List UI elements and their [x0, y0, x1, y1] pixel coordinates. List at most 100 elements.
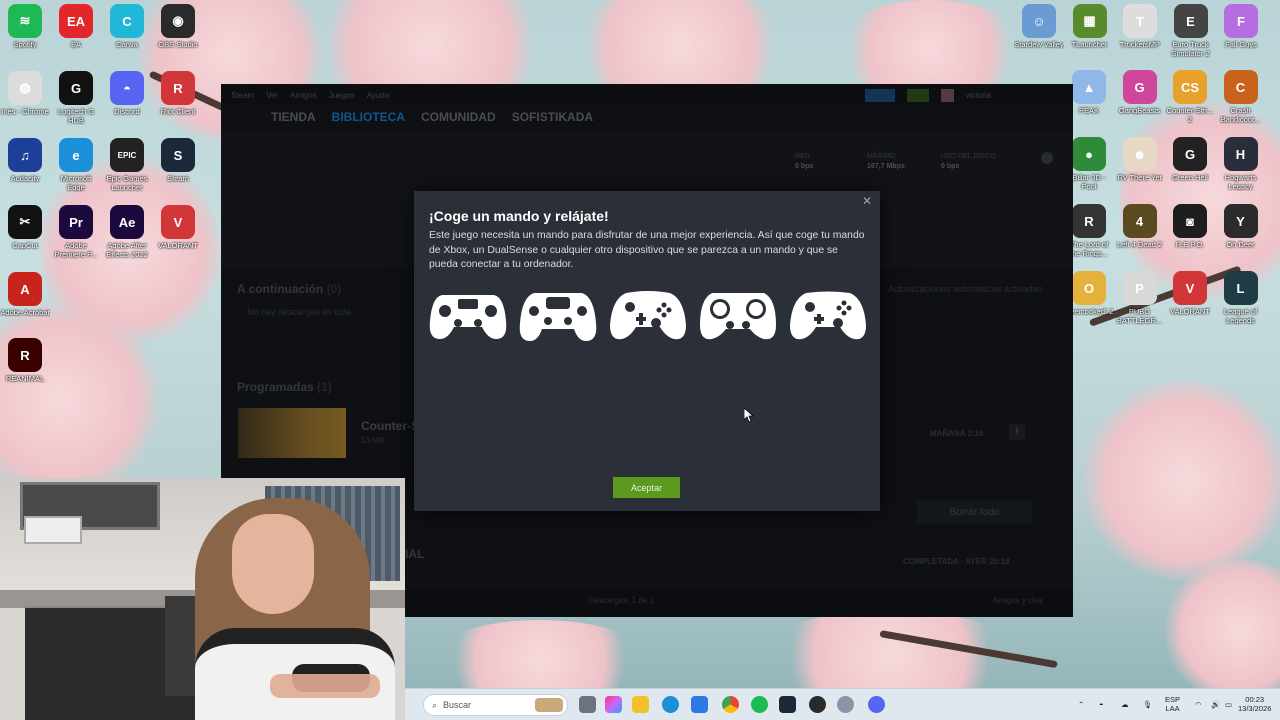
discord-icon[interactable]: [868, 696, 885, 713]
person-hands: [270, 674, 380, 698]
person-face: [232, 514, 314, 614]
app-icon: CS: [1173, 70, 1207, 104]
desktop-icon-label: Green Hell: [1172, 173, 1208, 182]
desktop-icon[interactable]: C Canva: [102, 4, 152, 49]
dualsense-controller-icon: [519, 293, 597, 341]
desktop-icon[interactable]: R REANIMAL: [0, 338, 50, 383]
desktop-icon[interactable]: H Hogwarts Legacy: [1216, 137, 1266, 191]
desktop-icon[interactable]: G Green Hell: [1165, 137, 1215, 182]
desktop-icon-label: Adobe Acrobat: [0, 308, 50, 317]
app-icon: e: [59, 138, 93, 172]
microwave: [24, 516, 82, 544]
app-icon: Ae: [110, 205, 144, 239]
desktop-icon[interactable]: ≋ Spotify: [0, 4, 50, 49]
desktop-icon[interactable]: ◍ Inés - Chrome: [0, 71, 50, 116]
desktop-icon-label: Epic Games Launcher: [106, 174, 148, 192]
discord-tray-icon[interactable]: ◓: [1099, 700, 1104, 709]
app-icon: G: [59, 71, 93, 105]
desktop-icon[interactable]: EPIC Epic Games Launcher: [102, 138, 152, 192]
desktop-icon[interactable]: ◓ Discord: [102, 71, 152, 116]
store-icon[interactable]: [691, 696, 708, 713]
app-icon: S: [161, 138, 195, 172]
desktop-icon-label: Hogwarts Legacy: [1224, 173, 1257, 191]
app-icon: V: [1173, 271, 1207, 305]
desktop-icon[interactable]: Pr Adobe Premiere P...: [51, 205, 101, 259]
close-icon[interactable]: ✕: [860, 194, 874, 208]
app-icon: ☻: [1122, 137, 1157, 171]
edge-icon[interactable]: [662, 696, 679, 713]
settings-icon[interactable]: [837, 696, 854, 713]
app-icon: EA: [59, 4, 93, 38]
desktop-icon-label: Spotify: [13, 40, 37, 49]
steam-controller-icon: [700, 293, 776, 340]
desktop-icon[interactable]: T TruckersMP: [1115, 4, 1165, 49]
desktop-icon[interactable]: e Microsoft Edge: [51, 138, 101, 192]
spotify-icon[interactable]: [751, 696, 768, 713]
desktop-icon[interactable]: R Riot Client: [153, 71, 203, 116]
app-icon: G: [1173, 137, 1207, 171]
app-icon: R: [1072, 204, 1106, 238]
taskbar-search[interactable]: ⌕ Buscar: [423, 694, 568, 716]
desktop-icon[interactable]: ▦ TLauncher: [1065, 4, 1115, 49]
copilot-icon[interactable]: [605, 696, 622, 713]
language-indicator[interactable]: ESP LAA: [1165, 695, 1180, 713]
accept-button[interactable]: Aceptar: [613, 477, 680, 498]
file-explorer-icon[interactable]: [632, 696, 649, 713]
app-icon: ♫: [8, 138, 42, 172]
desktop-icon[interactable]: G GangBeasts: [1115, 70, 1165, 115]
desktop-icon[interactable]: S Steam: [153, 138, 203, 183]
desktop-icon-label: Left 4 Dead 2: [1116, 240, 1163, 249]
app-icon: ◙: [1173, 204, 1207, 238]
desktop-icon[interactable]: ☺ Stardew Valley: [1014, 4, 1064, 49]
desktop-icon-label: REANIMAL: [5, 374, 45, 383]
webcam-overlay: [0, 478, 405, 720]
app-icon: T: [1123, 4, 1157, 38]
desktop-icon[interactable]: 4 Left 4 Dead 2: [1115, 204, 1165, 249]
desktop-icon[interactable]: E Euro Truck Simulator 2: [1166, 4, 1216, 58]
desktop-icon[interactable]: F Fall Guys: [1216, 4, 1266, 49]
desktop-icon[interactable]: ✂ CapCut: [0, 205, 50, 250]
desktop-icon-label: Steam: [167, 174, 189, 183]
desktop-icon-label: Stardew Valley: [1014, 40, 1064, 49]
desktop-icon-label: CapCut: [12, 241, 38, 250]
desktop-icon[interactable]: ☻ RV There Yet: [1115, 137, 1165, 182]
app-icon: Y: [1223, 204, 1258, 238]
controller-dialog: ✕ ¡Coge un mando y relájate! Este juego …: [414, 191, 880, 511]
desktop-icon[interactable]: ◙ R.E.P.O.: [1165, 204, 1215, 249]
dialog-body: Este juego necesita un mando para disfru…: [429, 230, 865, 271]
app-icon: R: [8, 338, 42, 372]
clock[interactable]: 00:23 13/3/2026: [1238, 695, 1271, 713]
desktop-icon[interactable]: V VALORANT: [1165, 271, 1215, 316]
show-hidden-icons[interactable]: ⌃: [1078, 700, 1084, 709]
xbox-controller-icon: [610, 291, 686, 340]
desktop-icon[interactable]: V VALORANT: [153, 205, 203, 250]
desktop-icon[interactable]: L League of Legends: [1216, 271, 1266, 325]
desktop-icon-label: RV There Yet: [1117, 173, 1162, 182]
desktop-icon[interactable]: Ae Adobe After Effects 2022: [102, 205, 152, 259]
desktop-icon[interactable]: ♫ Audacity: [0, 138, 50, 183]
mouse-cursor: [744, 408, 754, 422]
controller-icons: [428, 285, 868, 343]
desktop-icon[interactable]: EA EA: [51, 4, 101, 49]
desktop-icon[interactable]: ◉ OBS Studio: [153, 4, 203, 49]
desktop-icon[interactable]: A Adobe Acrobat: [0, 272, 50, 317]
volume-icon[interactable]: 🔊: [1211, 700, 1220, 709]
app-icon: V: [161, 205, 195, 239]
desktop-icon[interactable]: G Logitech G HUB: [51, 71, 101, 125]
chrome-icon[interactable]: [722, 696, 739, 713]
desktop-icon-label: Riot Client: [160, 107, 196, 116]
desktop-icon[interactable]: C Crash Bandicoot...: [1216, 70, 1266, 124]
microphone-icon[interactable]: 🎙: [1143, 700, 1153, 709]
desktop-icon[interactable]: P PUBG BATTLEGR...: [1115, 271, 1165, 325]
desktop-icon[interactable]: CS Counter-Stri... 2: [1165, 70, 1215, 124]
task-view-icon[interactable]: [579, 696, 596, 713]
desktop-icon-label: Microsoft Edge: [60, 174, 92, 192]
battery-icon[interactable]: ▭: [1225, 700, 1232, 709]
cloud-tray-icon[interactable]: ☁: [1121, 700, 1129, 709]
dialog-title: ¡Coge un mando y relájate!: [429, 208, 609, 224]
wifi-icon[interactable]: ◠: [1195, 700, 1202, 709]
obs-icon[interactable]: [809, 696, 826, 713]
desktop-icon[interactable]: Y Oh Deer: [1216, 204, 1266, 249]
app-icon: R: [161, 71, 195, 105]
steam-icon[interactable]: [779, 696, 796, 713]
